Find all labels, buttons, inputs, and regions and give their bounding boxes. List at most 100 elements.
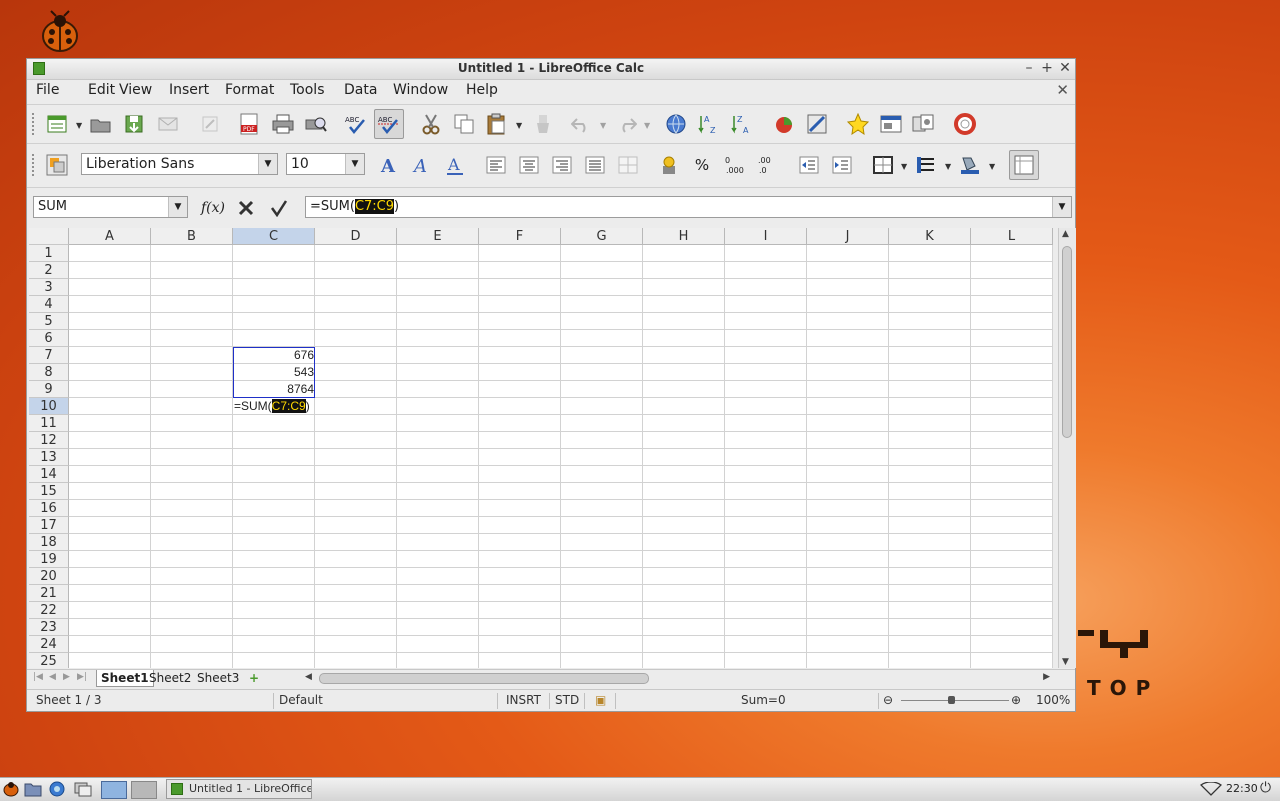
insert-pivot-table-icon[interactable] [805, 112, 829, 136]
align-left-icon[interactable] [484, 153, 508, 177]
first-sheet-icon[interactable]: |◀ [33, 672, 43, 682]
workspace-2[interactable] [131, 781, 157, 799]
horizontal-scroll-thumb[interactable] [319, 673, 649, 684]
insert-chart-icon[interactable] [772, 112, 796, 136]
merge-cells-icon[interactable] [616, 153, 640, 177]
web-browser-icon[interactable] [48, 781, 66, 797]
clone-formatting-icon[interactable] [531, 112, 555, 136]
zoom-level[interactable]: 100% [1036, 693, 1070, 707]
delete-decimal-place-icon[interactable]: .00.0 [756, 153, 780, 177]
menu-format[interactable]: Format [225, 82, 274, 98]
expand-formula-bar-icon[interactable]: ▼ [1052, 197, 1071, 217]
open-folder-icon[interactable] [89, 112, 113, 136]
row-header-7[interactable]: 7 [29, 347, 69, 364]
previous-sheet-icon[interactable]: ◀ [49, 672, 56, 682]
network-wifi-icon[interactable] [1200, 782, 1222, 796]
font-name-dropdown-icon[interactable]: ▼ [258, 154, 277, 174]
ladybug-desktop-icon[interactable] [38, 10, 82, 54]
align-center-icon[interactable] [517, 153, 541, 177]
italic-icon[interactable]: A [410, 153, 434, 177]
zoom-in-icon[interactable]: ⊕ [1011, 693, 1021, 707]
cell-c10-editing[interactable]: =SUM(C7:C9) [234, 398, 310, 414]
zoom-out-icon[interactable]: ⊖ [883, 693, 893, 707]
vertical-scroll-thumb[interactable] [1062, 246, 1072, 438]
row-header-10[interactable]: 10 [29, 398, 69, 415]
menu-view[interactable]: View [119, 82, 152, 98]
toolbar-grip[interactable] [31, 153, 35, 177]
row-header-2[interactable]: 2 [29, 262, 69, 279]
scroll-right-icon[interactable]: ▶ [1043, 672, 1050, 682]
scroll-down-icon[interactable]: ▼ [1062, 657, 1069, 667]
title-bar[interactable]: Untitled 1 - LibreOffice Calc – + ✕ [27, 59, 1075, 80]
row-header-3[interactable]: 3 [29, 279, 69, 296]
edit-file-icon[interactable] [198, 112, 222, 136]
menu-help[interactable]: Help [466, 82, 498, 98]
row-header-24[interactable]: 24 [29, 636, 69, 653]
menu-data[interactable]: Data [344, 82, 377, 98]
borders-icon[interactable] [871, 153, 895, 177]
row-header-6[interactable]: 6 [29, 330, 69, 347]
sheet-tab-3[interactable]: Sheet3 [193, 670, 243, 686]
power-icon[interactable]: ⏻ [1260, 780, 1271, 796]
hyperlink-icon[interactable] [664, 112, 688, 136]
save-icon[interactable] [122, 112, 146, 136]
toggle-grid-lines-icon[interactable] [1009, 150, 1039, 180]
taskbar-item-calc[interactable]: Untitled 1 - LibreOffice ... [166, 779, 312, 799]
styles-and-formatting-icon[interactable] [45, 153, 69, 177]
selection-mode[interactable]: STD [555, 693, 579, 707]
gallery-icon[interactable] [911, 112, 935, 136]
next-sheet-icon[interactable]: ▶ [63, 672, 70, 682]
row-header-17[interactable]: 17 [29, 517, 69, 534]
row-header-1[interactable]: 1 [29, 245, 69, 262]
file-manager-icon[interactable] [24, 781, 42, 797]
row-header-13[interactable]: 13 [29, 449, 69, 466]
redo-dropdown-icon[interactable]: ▼ [644, 121, 650, 130]
scroll-up-icon[interactable]: ▲ [1062, 229, 1069, 239]
row-header-20[interactable]: 20 [29, 568, 69, 585]
font-size-combobox[interactable]: 10 ▼ [286, 153, 365, 175]
justify-icon[interactable] [583, 153, 607, 177]
zoom-slider-track[interactable] [901, 700, 1009, 701]
percent-format-icon[interactable]: % [690, 153, 714, 177]
column-header-e[interactable]: E [397, 228, 479, 245]
row-header-12[interactable]: 12 [29, 432, 69, 449]
paste-icon[interactable] [484, 112, 508, 136]
column-header-i[interactable]: I [725, 228, 807, 245]
border-style-icon[interactable] [914, 153, 938, 177]
export-pdf-icon[interactable]: PDF [237, 112, 261, 136]
row-header-9[interactable]: 9 [29, 381, 69, 398]
background-color-icon[interactable] [958, 153, 982, 177]
close-document-icon[interactable]: ✕ [1056, 81, 1069, 99]
row-header-23[interactable]: 23 [29, 619, 69, 636]
insert-mode[interactable]: INSRT [506, 693, 541, 707]
font-name-combobox[interactable]: Liberation Sans ▼ [81, 153, 278, 175]
zoom-slider-handle[interactable] [948, 696, 955, 704]
row-header-21[interactable]: 21 [29, 585, 69, 602]
column-header-l[interactable]: L [971, 228, 1053, 245]
font-size-dropdown-icon[interactable]: ▼ [345, 154, 364, 174]
column-header-h[interactable]: H [643, 228, 725, 245]
vertical-scrollbar[interactable]: ▲ ▼ [1058, 228, 1076, 668]
close-window-button[interactable]: ✕ [1057, 60, 1073, 76]
menu-edit[interactable]: Edit [88, 82, 115, 98]
new-dropdown-icon[interactable]: ▼ [76, 121, 82, 130]
row-header-18[interactable]: 18 [29, 534, 69, 551]
row-header-4[interactable]: 4 [29, 296, 69, 313]
row-header-25[interactable]: 25 [29, 653, 69, 668]
help-icon[interactable] [953, 112, 977, 136]
undo-dropdown-icon[interactable]: ▼ [600, 121, 606, 130]
row-header-14[interactable]: 14 [29, 466, 69, 483]
sheet-tab-2[interactable]: Sheet2 [145, 670, 195, 686]
new-document-icon[interactable] [45, 112, 69, 136]
navigator-icon[interactable] [879, 112, 903, 136]
email-icon[interactable] [156, 112, 180, 136]
row-header-11[interactable]: 11 [29, 415, 69, 432]
sort-ascending-icon[interactable]: AZ [697, 112, 721, 136]
currency-format-icon[interactable] [657, 153, 681, 177]
undo-icon[interactable] [569, 112, 593, 136]
accept-formula-icon[interactable] [267, 196, 291, 220]
column-header-b[interactable]: B [151, 228, 233, 245]
workspace-1[interactable] [101, 781, 127, 799]
menu-file[interactable]: File [36, 82, 59, 98]
page-style[interactable]: Default [279, 693, 323, 707]
